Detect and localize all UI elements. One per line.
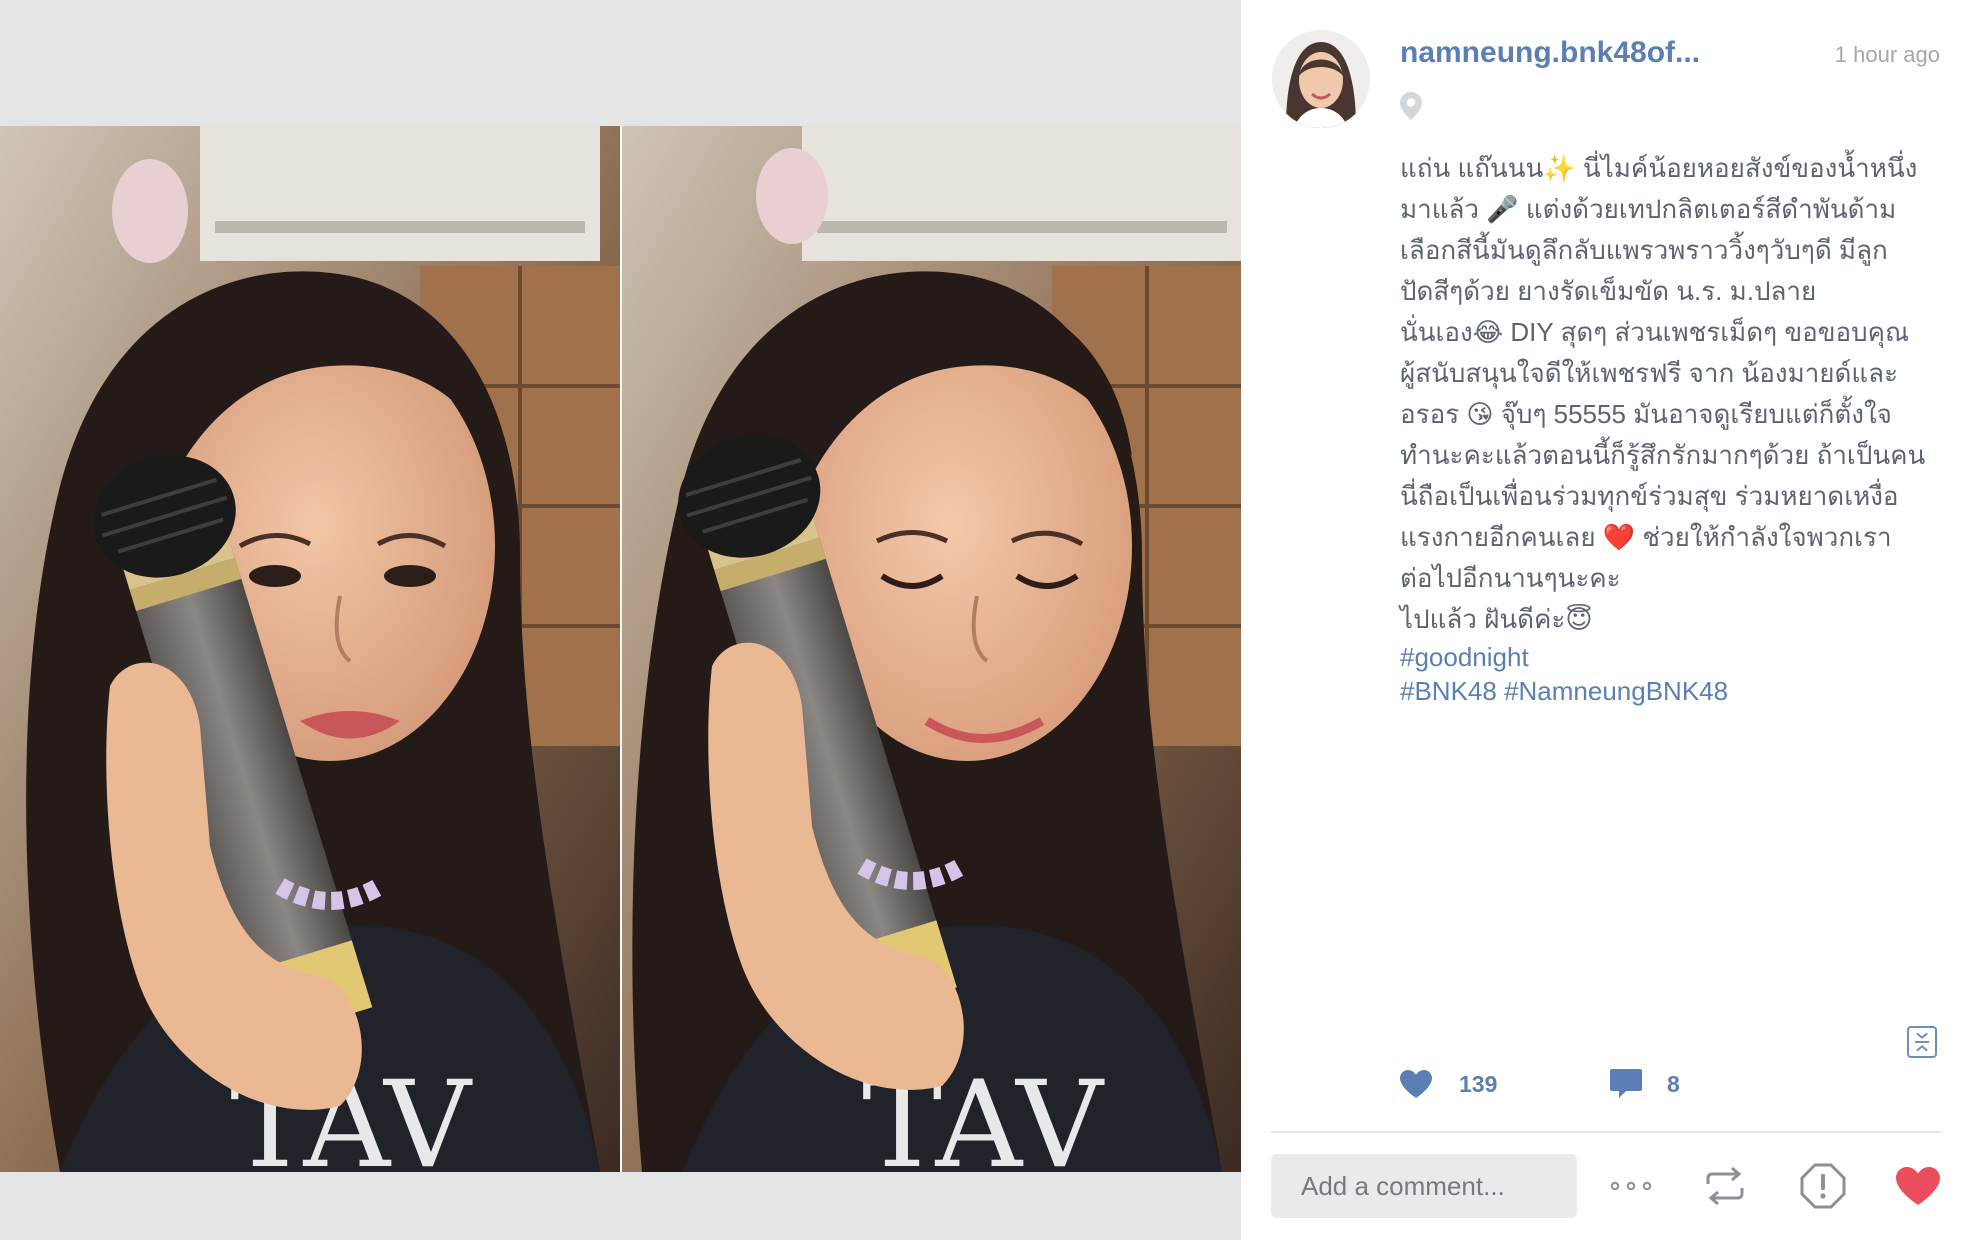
photo-panel-right: TAV bbox=[622, 126, 1241, 1172]
media-pane: TAV TAV bbox=[0, 0, 1241, 1240]
app-window: TAV TAV namneung.bnk48of... 1 hour ago แ… bbox=[0, 0, 1970, 1240]
heart-filled-icon bbox=[1896, 1167, 1940, 1205]
hashtag-link[interactable]: #BNK48 #NamneungBNK48 bbox=[1400, 674, 1945, 708]
hashtag-link[interactable]: #goodnight bbox=[1400, 640, 1945, 674]
heart-icon bbox=[1400, 1070, 1432, 1098]
ellipsis-icon bbox=[1610, 1181, 1652, 1191]
caption-line: ทำนะคะแล้วตอนนี้ก็รู้สึกรักมากๆด้วย ถ้าเ… bbox=[1400, 440, 1926, 470]
location-pin-icon[interactable] bbox=[1399, 91, 1423, 121]
post-timestamp: 1 hour ago bbox=[1834, 42, 1940, 67]
speech-bubble-icon bbox=[1610, 1069, 1642, 1098]
comments-stat[interactable]: 8 bbox=[1609, 1066, 1680, 1102]
likes-stat[interactable]: 139 bbox=[1399, 1066, 1497, 1102]
caption-line: นี่ถือเป็นเพื่อนร่วมทุกข์ร่วมสุข ร่วมหยา… bbox=[1400, 481, 1899, 511]
photo-panel-left: TAV bbox=[0, 126, 620, 1172]
comments-count: 8 bbox=[1667, 1070, 1680, 1097]
favorite-button[interactable] bbox=[1890, 1162, 1946, 1210]
comment-input[interactable]: Add a comment... bbox=[1271, 1154, 1577, 1218]
username-link[interactable]: namneung.bnk48of... bbox=[1400, 36, 1730, 70]
caption-line: ปัดสีๆด้วย ยางรัดเข็มขัด น.ร. ม.ปลาย bbox=[1400, 276, 1817, 306]
repost-button[interactable] bbox=[1697, 1162, 1753, 1210]
repost-icon bbox=[1706, 1166, 1744, 1206]
caption-line: ต่อไปอีกนานๆนะคะ bbox=[1400, 563, 1621, 593]
post-photo[interactable]: TAV TAV bbox=[0, 126, 1241, 1172]
more-button[interactable] bbox=[1603, 1162, 1659, 1210]
collapse-icon[interactable] bbox=[1907, 1026, 1937, 1058]
likes-count: 139 bbox=[1459, 1070, 1498, 1097]
caption-line: แถ่น แถ๊นนน✨ นี่ไมค์น้อยหอยสังข์ของน้ำหน… bbox=[1400, 153, 1918, 183]
avatar[interactable] bbox=[1272, 30, 1370, 128]
report-button[interactable] bbox=[1795, 1162, 1851, 1210]
caption-line: แรงกายอีกคนเลย ❤️ ช่วยให้กำลังใจพวกเรา bbox=[1400, 522, 1892, 552]
caption-line: ผู้สนับสนุนใจดีให้เพชรฟรี จาก น้องมายด์แ… bbox=[1400, 358, 1899, 388]
caption-line: มาแล้ว 🎤 แต่งด้วยเทปกลิตเตอร์สีดำพันด้าม bbox=[1400, 194, 1897, 224]
caption-line: ไปแล้ว ฝันดีค่ะ😇 bbox=[1400, 604, 1593, 634]
divider bbox=[1271, 1131, 1941, 1133]
caption-line: เลือกสีนี้มันดูลึกลับแพรวพราววิ้งๆวับๆดี… bbox=[1400, 235, 1888, 265]
caption-line: อรอร 😘 จุ๊บๆ 55555 มันอาจดูเรียบแต่ก็ตั้… bbox=[1400, 399, 1892, 429]
post-sidebar: namneung.bnk48of... 1 hour ago แถ่น แถ๊น… bbox=[1241, 0, 1970, 1240]
report-icon bbox=[1800, 1163, 1846, 1209]
post-caption: แถ่น แถ๊นนน✨ นี่ไมค์น้อยหอยสังข์ของน้ำหน… bbox=[1400, 148, 1945, 708]
post-stats: 139 8 bbox=[1399, 1066, 1799, 1102]
caption-line: นั่นเอง😂 DIY สุดๆ ส่วนเพชรเม็ดๆ ขอขอบคุณ bbox=[1400, 317, 1910, 347]
